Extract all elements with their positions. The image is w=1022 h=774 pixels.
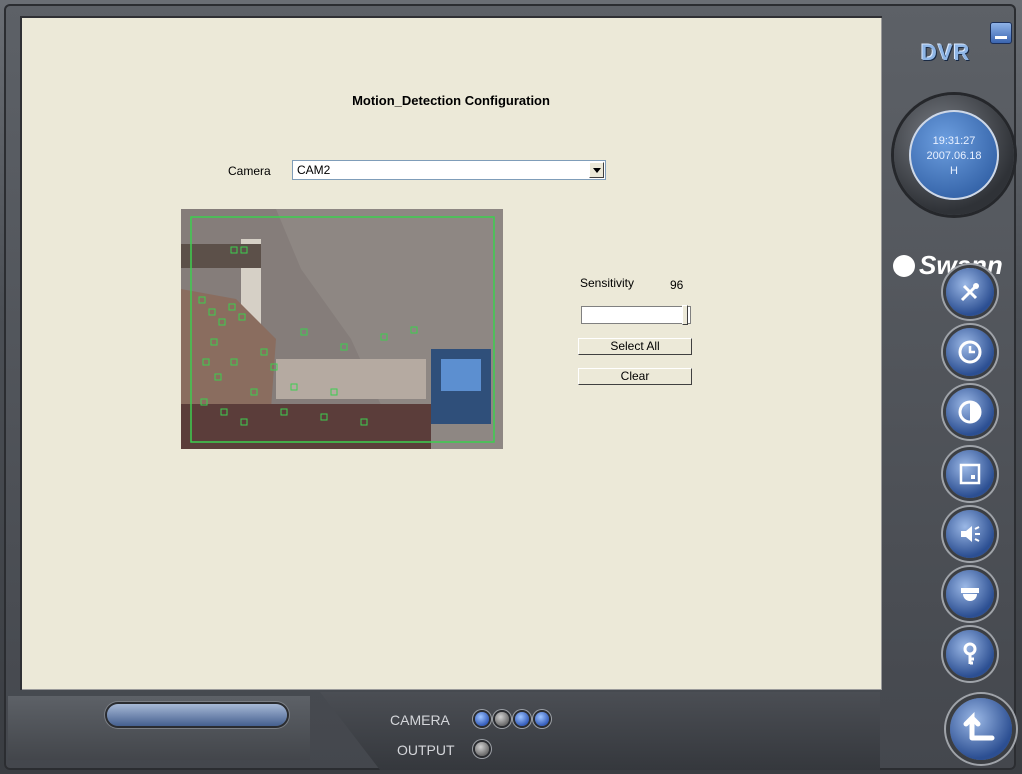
- page-title: Motion_Detection Configuration: [352, 93, 550, 108]
- camera-1-indicator[interactable]: [475, 712, 489, 726]
- camera-preview[interactable]: [181, 209, 503, 449]
- display-icon: [959, 463, 981, 485]
- select-all-button[interactable]: Select All: [578, 338, 692, 355]
- audio-icon: [961, 526, 980, 542]
- camera-4-indicator[interactable]: [535, 712, 549, 726]
- playback-bar[interactable]: [107, 704, 287, 726]
- exit-button[interactable]: [950, 698, 1012, 760]
- camera-preview-image: [181, 209, 503, 449]
- setup-button[interactable]: [946, 268, 994, 316]
- password-button[interactable]: [946, 630, 994, 678]
- chevron-down-icon[interactable]: [589, 162, 604, 178]
- clock-mode: H: [950, 165, 958, 177]
- content-panel: Motion_Detection Configuration Camera CA…: [20, 16, 882, 690]
- output-indicator-label: OUTPUT: [397, 742, 455, 758]
- minimize-button[interactable]: [990, 22, 1012, 44]
- sensitivity-slider[interactable]: [581, 305, 691, 325]
- clock-display: 19:31:27 2007.06.18 H: [909, 110, 999, 200]
- right-panel: DVR 19:31:27 2007.06.18 H Swann: [885, 0, 1022, 774]
- dome-camera-icon: [961, 588, 979, 601]
- sensitivity-value: 96: [670, 278, 684, 292]
- return-arrow-icon: [963, 711, 995, 741]
- camera-label: Camera: [228, 164, 271, 178]
- motion-settings-button[interactable]: [946, 450, 994, 498]
- sensitivity-label: Sensitivity: [580, 276, 635, 290]
- brand-mark-icon: [893, 255, 915, 277]
- tools-icon: [960, 283, 979, 302]
- bottom-center-panel: [320, 692, 880, 770]
- camera-3-indicator[interactable]: [515, 712, 529, 726]
- camera-select-value: CAM2: [297, 163, 331, 177]
- camera-2-indicator[interactable]: [495, 712, 509, 726]
- key-icon: [963, 642, 977, 665]
- camera-indicator-label: CAMERA: [390, 712, 450, 728]
- clock-time: 19:31:27: [932, 135, 976, 147]
- clock-date: 2007.06.18: [926, 150, 982, 162]
- audio-settings-button[interactable]: [946, 510, 994, 558]
- ptz-settings-button[interactable]: [946, 570, 994, 618]
- display-settings-button[interactable]: [946, 388, 994, 436]
- clock-icon: [958, 340, 982, 364]
- contrast-icon: [958, 400, 982, 424]
- clear-button[interactable]: Clear: [578, 368, 692, 385]
- camera-select[interactable]: CAM2: [292, 160, 606, 180]
- sensitivity-slider-thumb[interactable]: [682, 305, 688, 325]
- app-title: DVR: [921, 40, 971, 65]
- output-1-indicator[interactable]: [475, 742, 489, 756]
- schedule-button[interactable]: [946, 328, 994, 376]
